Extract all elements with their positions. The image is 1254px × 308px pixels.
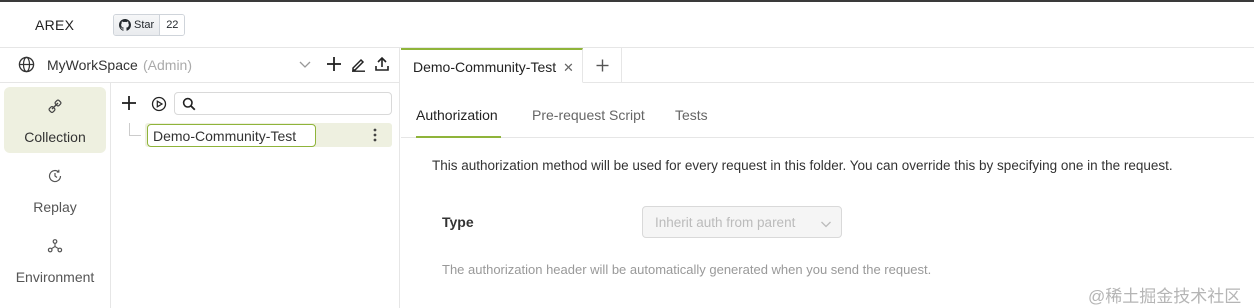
tree-connector (129, 123, 141, 136)
environment-icon (4, 238, 106, 254)
workspace-header: MyWorkSpace (Admin) (0, 48, 400, 83)
github-icon (119, 19, 131, 31)
upload-icon[interactable] (374, 56, 390, 75)
search-icon (182, 97, 196, 114)
chevron-down-icon (820, 217, 832, 233)
close-icon[interactable]: ✕ (563, 60, 574, 76)
collection-tree: Demo-Community-Test (111, 83, 400, 308)
nav-item-replay[interactable]: Replay (4, 157, 106, 223)
plus-icon (596, 59, 609, 72)
workspace-name[interactable]: MyWorkSpace (47, 57, 138, 73)
run-collection-icon[interactable] (151, 96, 167, 115)
watermark: @稀土掘金技术社区 (1088, 287, 1242, 306)
globe-icon (18, 56, 35, 76)
app-logo[interactable]: AREX (35, 17, 74, 33)
collection-icon (4, 98, 106, 114)
github-star-count[interactable]: 22 (160, 15, 185, 35)
add-workspace-icon[interactable] (326, 56, 342, 75)
top-bar: AREX Star 22 (0, 0, 1254, 48)
side-nav: Collection Replay Environment (0, 83, 111, 308)
search-input[interactable] (174, 92, 392, 115)
github-star-badge[interactable]: Star 22 (113, 14, 186, 36)
add-tab-button[interactable] (584, 48, 622, 83)
more-vertical-icon[interactable] (373, 128, 377, 145)
tab-title: Demo-Community-Test (413, 59, 557, 75)
workspace-role: (Admin) (143, 57, 193, 73)
github-star-label: Star (134, 19, 155, 31)
tab-pre-request-script[interactable]: Pre-request Script (532, 107, 645, 123)
auth-description: This authorization method will be used f… (432, 158, 1173, 173)
node-name-input[interactable]: Demo-Community-Test (147, 124, 316, 147)
replay-icon (4, 168, 106, 184)
auth-note: The authorization header will be automat… (442, 262, 932, 277)
nav-item-label: Environment (15, 269, 95, 285)
tab-tests[interactable]: Tests (675, 107, 708, 123)
tab-authorization[interactable]: Authorization (416, 107, 498, 123)
auth-type-select[interactable]: Inherit auth from parent (642, 206, 842, 238)
nav-item-label: Replay (33, 199, 77, 215)
edit-workspace-icon[interactable] (350, 56, 366, 75)
tab-demo-community-test[interactable]: Demo-Community-Test ✕ (401, 48, 583, 83)
github-star-button[interactable]: Star (114, 15, 161, 35)
folder-subtabs: Authorization Pre-request Script Tests (401, 83, 1254, 138)
nav-item-label: Collection (24, 129, 86, 145)
nav-item-environment[interactable]: Environment (4, 227, 106, 293)
auth-type-label: Type (442, 214, 474, 230)
nav-item-collection[interactable]: Collection (4, 87, 106, 153)
add-collection-icon[interactable] (121, 95, 137, 114)
workspace-dropdown-chevron-icon[interactable] (298, 57, 312, 74)
active-tab-indicator (416, 136, 501, 138)
request-tabs: Demo-Community-Test ✕ (401, 48, 1254, 83)
auth-type-value: Inherit auth from parent (655, 215, 796, 230)
